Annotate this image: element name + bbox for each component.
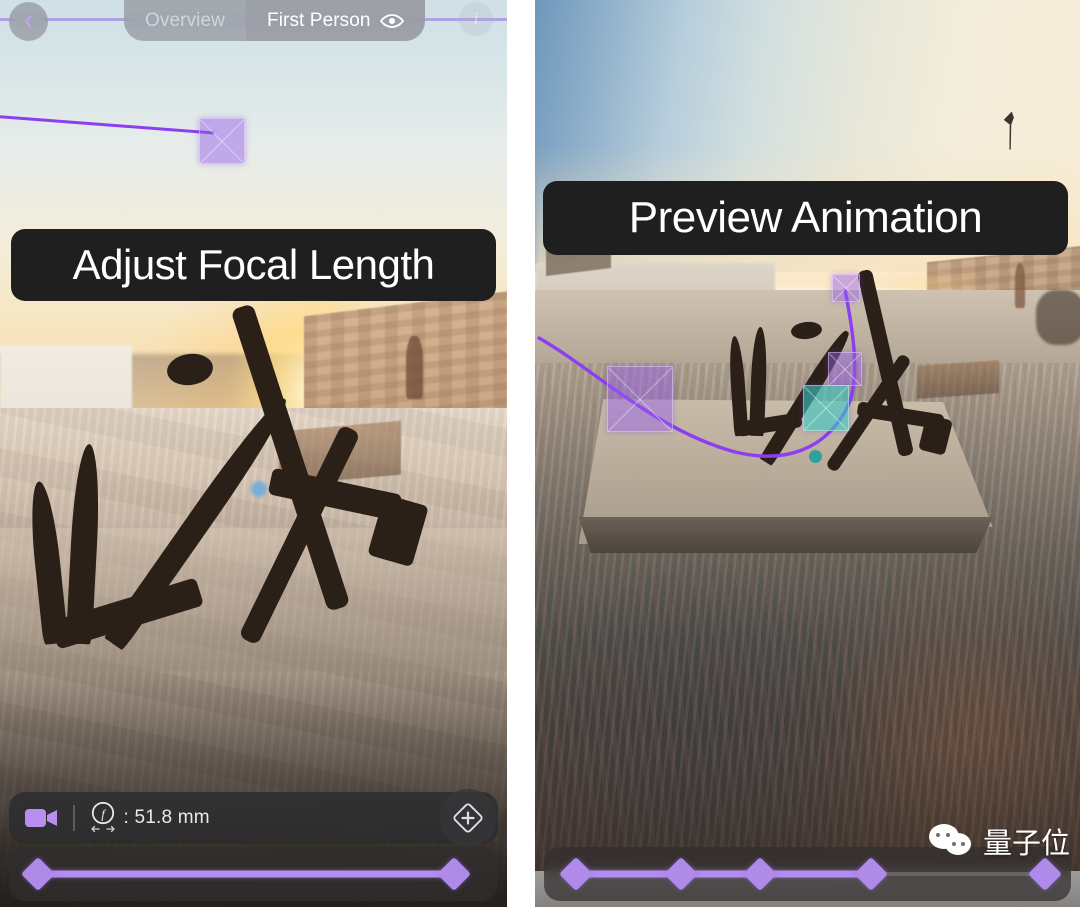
timeline-keyframe-1[interactable] (558, 857, 593, 891)
timeline-left[interactable] (9, 847, 498, 901)
caption-adjust-focal-length: Adjust Focal Length (11, 229, 496, 301)
add-keyframe-button[interactable] (439, 789, 497, 847)
screenshot-root: Overview First Person i Adjust Focal Len… (0, 0, 1080, 907)
svg-text:f: f (101, 807, 107, 822)
watermark-text: 量子位 (982, 826, 1070, 860)
waypoint-marker-purple[interactable] (828, 352, 862, 387)
hud-divider (73, 805, 75, 831)
timeline-keyframe-1[interactable] (21, 857, 56, 891)
waypoint-marker-purple[interactable] (832, 274, 860, 303)
animation-path-curve (537, 288, 857, 458)
focal-length-readout[interactable]: f : 51.8 mm (89, 801, 210, 835)
ar-overlay-right (535, 0, 1080, 907)
info-button[interactable]: i (459, 2, 493, 36)
timeline-keyframe-3[interactable] (743, 857, 778, 891)
camera-path-svg (0, 115, 215, 135)
wechat-watermark: 量子位 (928, 820, 1070, 862)
first-person-viewport-panel: Overview First Person i Adjust Focal Len… (0, 0, 507, 907)
diamond-plus-icon (453, 803, 483, 833)
view-mode-segmented-control[interactable]: Overview First Person (124, 0, 425, 41)
timeline-keyframe-2[interactable] (664, 857, 698, 891)
timeline-keyframe-2[interactable] (437, 857, 471, 891)
preview-animation-panel: Preview Animation 量子位 (535, 0, 1080, 907)
video-camera-icon[interactable] (25, 807, 59, 829)
waypoint-marker-purple[interactable] (607, 366, 673, 433)
chevron-left-icon (24, 15, 32, 28)
tab-overview[interactable]: Overview (124, 0, 246, 41)
back-button[interactable] (9, 2, 48, 41)
timeline-progress-fill[interactable] (575, 870, 871, 878)
timeline-keyframe-5[interactable] (1027, 857, 1062, 891)
camera-hud-bar: f : 51.8 mm (9, 792, 498, 844)
wechat-icon (928, 824, 975, 858)
tab-overview-label: Overview (145, 9, 225, 31)
tab-first-person-label: First Person (266, 9, 371, 31)
top-bar-left: Overview First Person i (0, 0, 507, 44)
focal-length-icon: f (89, 801, 117, 835)
waypoint-marker-teal[interactable] (803, 385, 849, 432)
caption-preview-animation: Preview Animation (543, 181, 1068, 255)
eye-icon (379, 13, 404, 29)
timeline-track-area[interactable] (9, 847, 498, 901)
animation-path-svg (537, 288, 857, 458)
focal-length-value: : 51.8 mm (123, 807, 210, 828)
tab-first-person[interactable]: First Person (245, 0, 425, 41)
ar-overlay-left (0, 0, 507, 907)
teal-focus-dot[interactable] (809, 450, 822, 463)
info-button-label: i (473, 9, 479, 28)
waypoint-marker-purple[interactable] (199, 118, 245, 165)
timeline-progress-fill[interactable] (38, 870, 454, 878)
timeline-keyframe-4[interactable] (853, 857, 888, 891)
camera-path-line (0, 115, 215, 135)
